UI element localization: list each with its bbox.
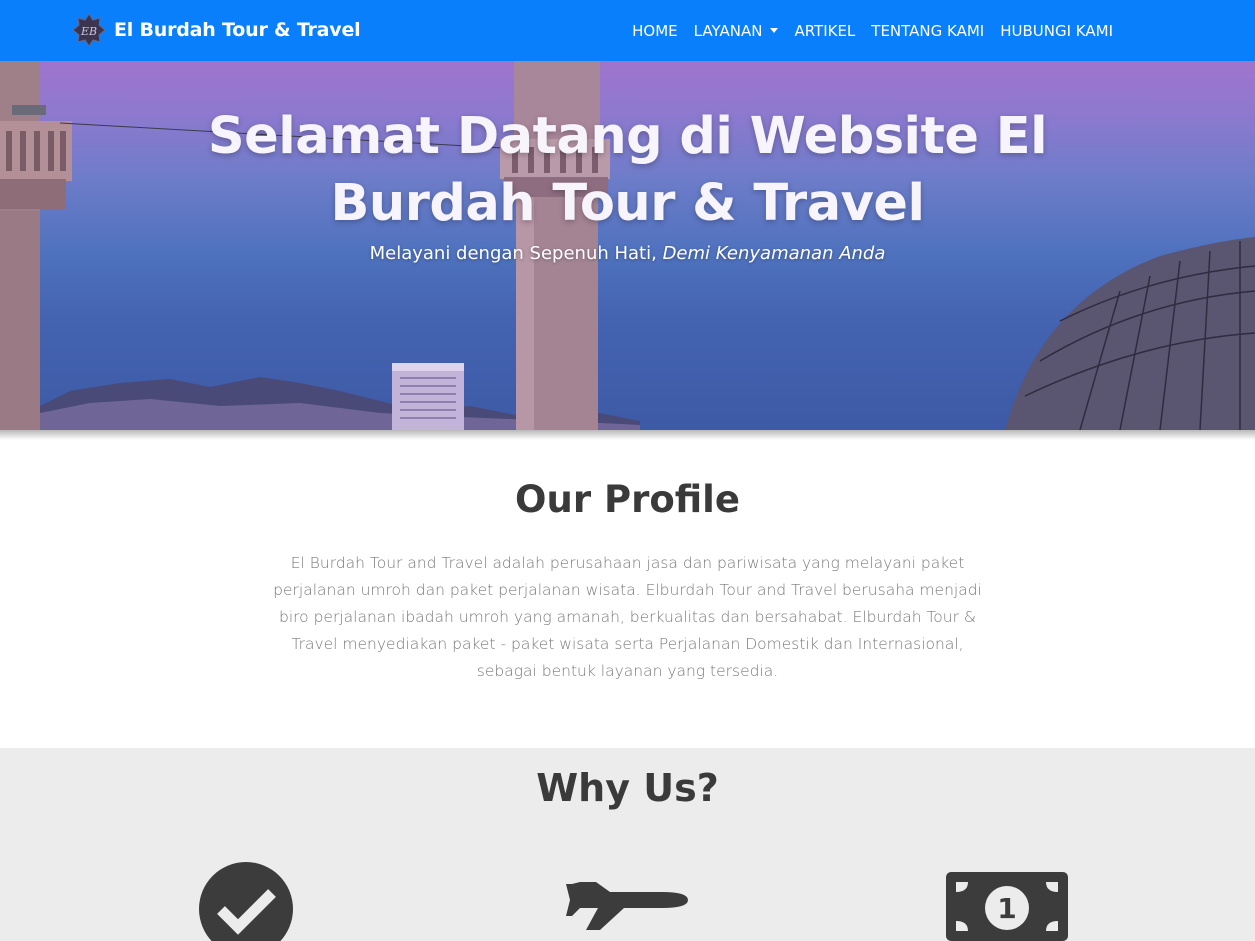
nav-artikel[interactable]: ARTIKEL bbox=[786, 22, 863, 40]
check-circle-icon bbox=[199, 862, 293, 941]
hero-subtitle-italic: Demi Kenyamanan Anda bbox=[662, 243, 886, 264]
money-bill-digit: 1 bbox=[997, 892, 1016, 925]
hero-title: Selamat Datang di Website El Burdah Tour… bbox=[207, 107, 1048, 233]
why-us-section: Why Us? 1 bbox=[0, 748, 1255, 941]
navbar: EB El Burdah Tour & Travel HOME LAYANAN … bbox=[0, 0, 1255, 61]
svg-text:EB: EB bbox=[80, 25, 97, 38]
why-us-heading: Why Us? bbox=[536, 766, 719, 810]
nav-layanan-dropdown[interactable]: LAYANAN bbox=[686, 22, 787, 40]
hero-banner: Selamat Datang di Website El Burdah Tour… bbox=[0, 61, 1255, 430]
nav-tentang-kami[interactable]: TENTANG KAMI bbox=[863, 22, 992, 40]
hero-subtitle: Melayani dengan Sepenuh Hati, Demi Kenya… bbox=[0, 243, 1255, 264]
plane-icon bbox=[566, 882, 688, 930]
nav-home[interactable]: HOME bbox=[624, 22, 686, 40]
money-bill-icon: 1 bbox=[946, 872, 1068, 941]
hero-bottom-shadow bbox=[0, 430, 1255, 440]
caret-down-icon bbox=[770, 28, 779, 33]
hero-subtitle-plain: Melayani dengan Sepenuh Hati, bbox=[369, 243, 663, 264]
profile-description: El Burdah Tour and Travel adalah perusah… bbox=[273, 554, 982, 680]
brand-link[interactable]: EB El Burdah Tour & Travel bbox=[72, 12, 361, 48]
brand-name: El Burdah Tour & Travel bbox=[114, 19, 361, 41]
nav-layanan-label: LAYANAN bbox=[693, 21, 763, 40]
nav-hubungi-kami[interactable]: HUBUNGI KAMI bbox=[992, 22, 1121, 40]
main-nav: HOME LAYANAN ARTIKEL TENTANG KAMI HUBUNG… bbox=[624, 0, 1121, 61]
eb-star-logo-icon: EB bbox=[72, 13, 106, 47]
profile-heading: Our Profile bbox=[515, 478, 740, 521]
